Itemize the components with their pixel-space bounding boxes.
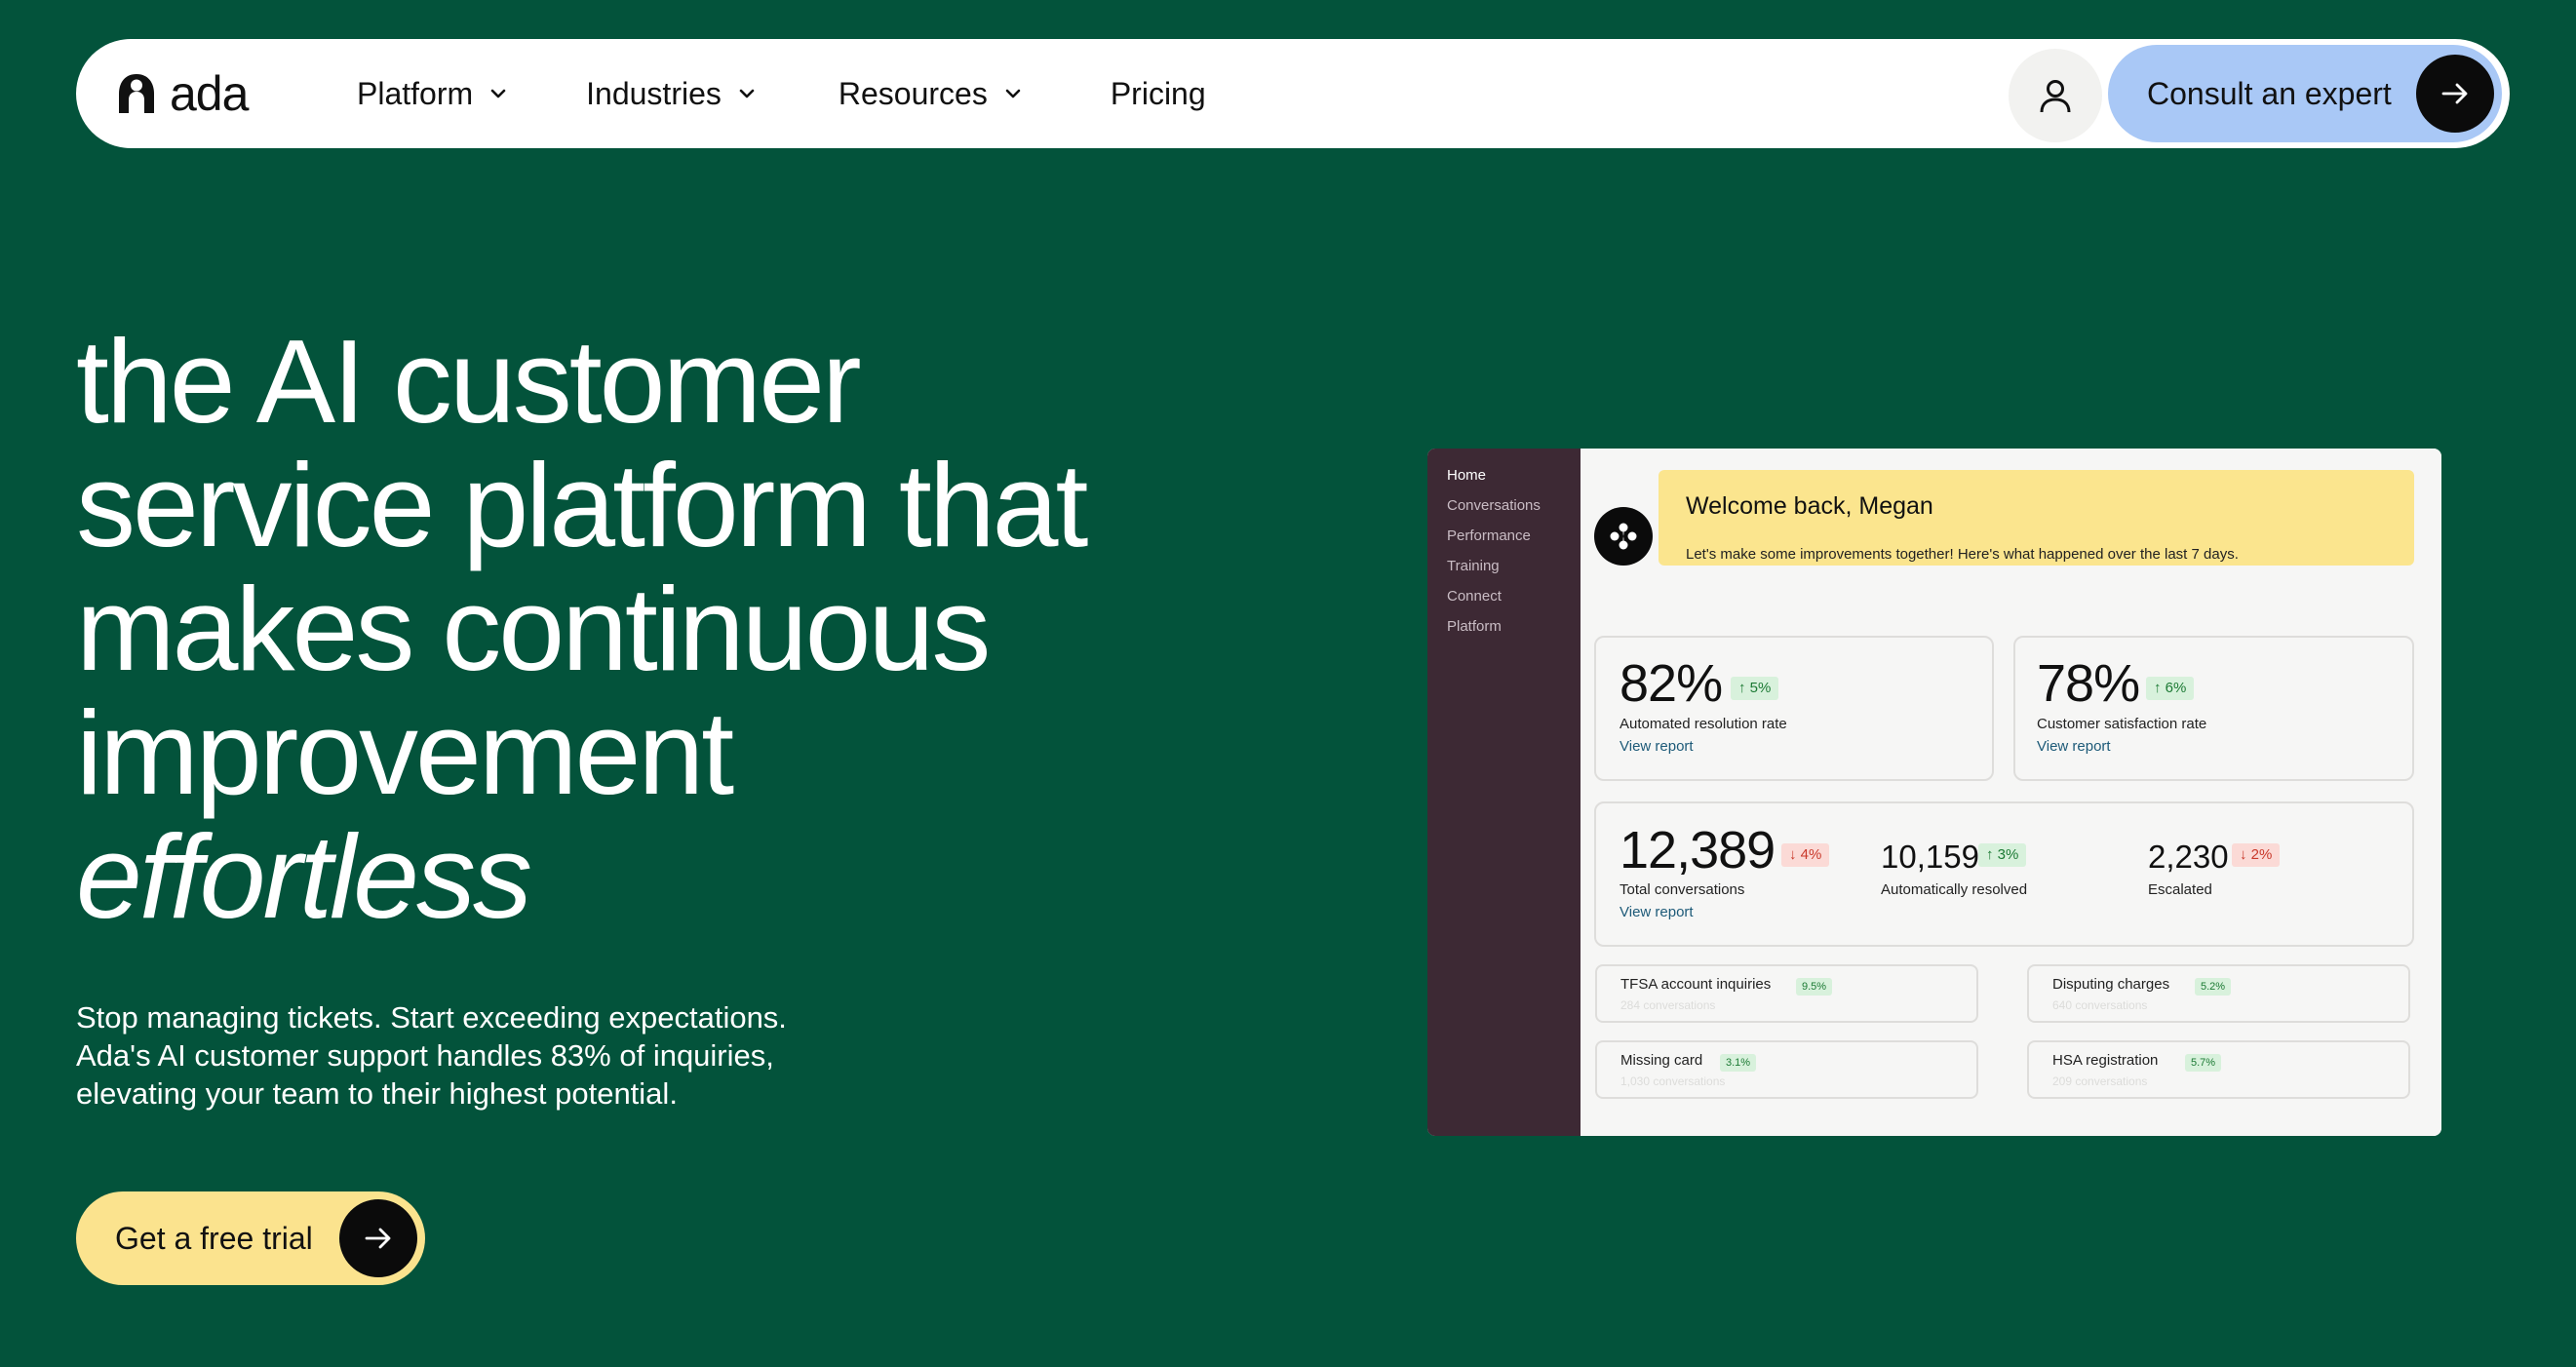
sidebar-item-connect: Connect [1447, 588, 1502, 605]
nav-item-industries[interactable]: Industries [586, 76, 757, 112]
topic-count: 640 conversations [2052, 998, 2148, 1012]
total-conversations-label: Total conversations [1620, 881, 1745, 898]
top-nav: ada Platform Industries Resources Pricin… [76, 39, 2510, 148]
resolved-change-badge: ↑ 3% [1978, 843, 2027, 867]
metric-card-resolution: 82% ↑ 5% Automated resolution rate View … [1594, 636, 1994, 781]
dashboard-main: Welcome back, Megan Let's make some impr… [1581, 449, 2441, 1136]
hero-subcopy: Stop managing tickets. Start exceeding e… [76, 998, 915, 1113]
subcopy-line: Ada's AI customer support handles 83% of… [76, 1038, 774, 1073]
metric-change-badge: ↑ 5% [1731, 677, 1779, 700]
ada-logo-icon [119, 74, 154, 113]
welcome-subtitle: Let's make some improvements together! H… [1686, 546, 2239, 563]
escalated-label: Escalated [2148, 881, 2212, 898]
view-report-link[interactable]: View report [1620, 738, 1694, 755]
topic-name: TFSA account inquiries [1620, 976, 1772, 993]
account-button[interactable] [2009, 49, 2102, 142]
sidebar-item-home: Home [1447, 467, 1487, 484]
nav-links: Platform Industries Resources Pricing [357, 39, 1206, 148]
metric-value: 78% [2037, 654, 2140, 713]
metric-card-satisfaction: 78% ↑ 6% Customer satisfaction rate View… [2013, 636, 2414, 781]
welcome-title: Welcome back, Megan [1686, 492, 1933, 520]
chevron-down-icon [739, 89, 755, 98]
topic-count: 1,030 conversations [1620, 1074, 1726, 1088]
welcome-banner: Welcome back, Megan Let's make some impr… [1659, 470, 2414, 566]
topic-card[interactable]: TFSA account inquiries 9.5% 284 conversa… [1595, 964, 1978, 1023]
headline-line: service platform that [76, 439, 1088, 571]
headline-emphasis: effortless [76, 810, 532, 943]
sidebar-item-training: Training [1447, 558, 1500, 574]
metric-label: Customer satisfaction rate [2037, 716, 2207, 732]
metric-value: 82% [1620, 654, 1723, 713]
topic-count: 209 conversations [2052, 1074, 2148, 1088]
topic-name: Missing card [1620, 1052, 1703, 1069]
conversations-card: 12,389 ↓ 4% Total conversations View rep… [1594, 801, 2414, 947]
nav-item-label: Resources [838, 75, 988, 111]
free-trial-button[interactable]: Get a free trial [76, 1191, 425, 1285]
dashboard-preview: Home Conversations Performance Training … [1427, 449, 2441, 1136]
nav-item-label: Pricing [1110, 75, 1206, 111]
escalated-value: 2,230 [2148, 839, 2229, 875]
hero-headline: the AI customer service platform that ma… [76, 320, 1402, 939]
subcopy-line: elevating your team to their highest pot… [76, 1076, 678, 1111]
headline-line: the AI customer [76, 315, 862, 448]
arrow-right-icon [339, 1199, 417, 1277]
arrow-right-icon [2416, 55, 2494, 133]
topic-percent-badge: 3.1% [1720, 1054, 1757, 1072]
topic-card[interactable]: Missing card 3.1% 1,030 conversations [1595, 1040, 1978, 1099]
sidebar-item-conversations: Conversations [1447, 497, 1541, 514]
sidebar-item-platform: Platform [1447, 618, 1502, 635]
ada-logo[interactable]: ada [115, 39, 249, 148]
metric-label: Automated resolution rate [1620, 716, 1787, 732]
topic-name: HSA registration [2052, 1052, 2159, 1069]
nav-item-resources[interactable]: Resources [839, 76, 1023, 112]
resolved-value: 10,159 [1881, 839, 1979, 875]
topic-card[interactable]: HSA registration 5.7% 209 conversations [2027, 1040, 2410, 1099]
subcopy-line: Stop managing tickets. Start exceeding e… [76, 1000, 787, 1035]
topic-percent-badge: 9.5% [1796, 978, 1833, 996]
topic-card[interactable]: Disputing charges 5.2% 640 conversations [2027, 964, 2410, 1023]
view-report-link[interactable]: View report [2037, 738, 2111, 755]
headline-line: improvement [76, 686, 734, 819]
free-trial-label: Get a free trial [115, 1220, 313, 1256]
topic-name: Disputing charges [2052, 976, 2170, 993]
metric-change-badge: ↑ 6% [2146, 677, 2195, 700]
topic-percent-badge: 5.2% [2195, 978, 2232, 996]
dashboard-sidebar: Home Conversations Performance Training … [1427, 449, 1581, 1136]
consult-expert-label: Consult an expert [2147, 75, 2392, 111]
logo-text: ada [170, 66, 249, 121]
headline-line: makes continuous [76, 563, 991, 695]
bot-avatar [1594, 507, 1653, 566]
total-change-badge: ↓ 4% [1781, 843, 1830, 867]
view-report-link[interactable]: View report [1620, 904, 1694, 920]
user-icon [2040, 80, 2071, 113]
consult-expert-button[interactable]: Consult an expert [2108, 45, 2502, 142]
resolved-label: Automatically resolved [1881, 881, 2028, 898]
sidebar-item-performance: Performance [1447, 527, 1531, 544]
nav-item-label: Platform [357, 75, 474, 111]
topic-count: 284 conversations [1620, 998, 1716, 1012]
escalated-change-badge: ↓ 2% [2232, 843, 2281, 867]
total-conversations-value: 12,389 [1620, 821, 1776, 879]
sparkle-icon [1610, 523, 1637, 550]
nav-item-platform[interactable]: Platform [357, 76, 508, 112]
topic-percent-badge: 5.7% [2185, 1054, 2222, 1072]
chevron-down-icon [1005, 89, 1021, 98]
nav-item-pricing[interactable]: Pricing [1111, 76, 1206, 112]
chevron-down-icon [490, 89, 506, 98]
nav-item-label: Industries [586, 75, 722, 111]
